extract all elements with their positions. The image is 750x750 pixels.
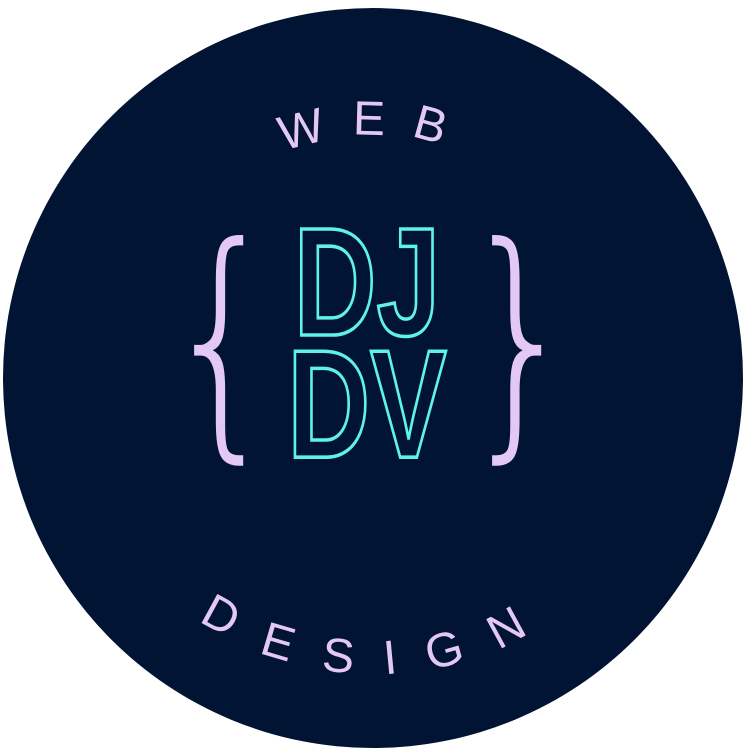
close-brace: } <box>460 194 579 485</box>
monogram-line-2: DV <box>287 318 446 490</box>
logo-svg: WEB DESIGN { } DJ DV <box>3 8 743 748</box>
logo-badge: WEB DESIGN { } DJ DV <box>0 0 750 750</box>
open-brace: { <box>162 194 281 485</box>
